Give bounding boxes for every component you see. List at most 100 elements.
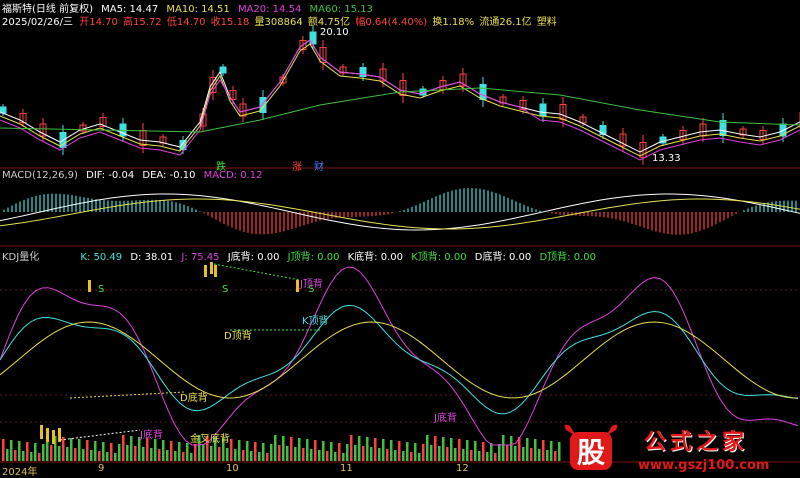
- candle-body: [479, 84, 487, 100]
- volume-bar: [154, 439, 157, 461]
- kdj-sell-signal: S: [98, 284, 105, 295]
- volume-bar: [194, 444, 197, 461]
- volume-bar: [166, 450, 169, 461]
- volume-bar: [470, 450, 473, 461]
- volume-bar: [258, 452, 261, 461]
- x-axis-label: 10: [226, 463, 239, 474]
- overbought-bar: [210, 262, 213, 274]
- volume-bar: [90, 450, 93, 461]
- volume-bar: [474, 441, 477, 461]
- volume-bar: [150, 448, 153, 461]
- volume-bar: [230, 439, 233, 461]
- watermark: 股 公式之家 www.gszj100.com: [560, 420, 800, 478]
- macd-title[interactable]: MACD(12,26,9): [2, 170, 78, 181]
- volume-bar: [510, 436, 513, 461]
- volume-bar: [94, 441, 97, 461]
- ma20-line: [0, 39, 800, 161]
- volume-bar: [430, 445, 433, 461]
- volume-bar: [342, 453, 345, 461]
- d-value: D: 38.01: [130, 252, 174, 263]
- volume-bar: [98, 451, 101, 461]
- close-value: 收15.18: [210, 17, 250, 28]
- k-line: [0, 304, 799, 415]
- volume-bar: [38, 453, 41, 461]
- volume-bar: [294, 447, 297, 461]
- d-bottom-div: D底背: 0.00: [474, 252, 532, 263]
- volume-bar: [498, 444, 501, 461]
- x-axis-label: 9: [98, 463, 105, 474]
- candle-body: [539, 103, 547, 117]
- volume-bar: [322, 441, 325, 461]
- k-top-div: K顶背: 0.00: [411, 252, 467, 263]
- volume-bar: [170, 441, 173, 461]
- volume-bar: [374, 438, 377, 461]
- volume-bar: [10, 440, 13, 461]
- volume-bar: [450, 438, 453, 461]
- overbought-bar: [296, 280, 299, 292]
- dea-value: DEA: -0.10: [142, 170, 196, 181]
- volume-bar: [130, 436, 133, 461]
- oversold-bar: [52, 430, 55, 444]
- sector-value[interactable]: 塑料: [537, 17, 557, 28]
- volume-bar: [6, 449, 9, 461]
- j-bottom-divergence-label: J底背: [434, 413, 457, 424]
- candlesticks: [0, 26, 800, 165]
- volume-bar: [62, 437, 65, 461]
- kdj-title[interactable]: KDJ量化: [2, 252, 39, 263]
- change-value: 幅0.64(4.40%): [355, 17, 428, 28]
- volume-value: 量308864: [254, 17, 303, 28]
- volume-bar: [178, 442, 181, 461]
- volume-bar: [290, 437, 293, 461]
- volume-bar: [326, 451, 329, 461]
- oversold-bar: [46, 428, 49, 442]
- d-top-divergence-label: D顶背: [224, 331, 252, 342]
- volume-bar: [106, 452, 109, 461]
- j-bottom-div: J底背: 0.00: [227, 252, 280, 263]
- chart-canvas[interactable]: [0, 0, 800, 478]
- volume-bar: [122, 435, 125, 461]
- volume-bar: [242, 450, 245, 461]
- volume-bar: [366, 437, 369, 461]
- oversold-bar: [40, 425, 43, 439]
- volume-bar: [306, 439, 309, 461]
- volume-bar: [370, 447, 373, 461]
- volume-bar: [554, 451, 557, 461]
- divergence-line: [59, 429, 141, 441]
- k-top-divergence-label: K顶背: [302, 316, 329, 327]
- x-axis-label: 12: [456, 463, 469, 474]
- volume-bar: [250, 451, 253, 461]
- overbought-bar: [204, 265, 207, 277]
- volume-bar: [246, 441, 249, 461]
- golden-cross-label: 金叉底背: [190, 434, 230, 445]
- macd-header: MACD(12,26,9) DIF: -0.04 DEA: -0.10 MACD…: [2, 170, 267, 181]
- d-line: [0, 321, 799, 399]
- volume-bar: [82, 449, 85, 461]
- volume-bar: [506, 445, 509, 461]
- volume-bar: [446, 447, 449, 461]
- volume-bar: [542, 440, 545, 461]
- volume-bar: [390, 440, 393, 461]
- kdj-sell-signal: S: [222, 284, 229, 295]
- candle-body: [219, 66, 227, 74]
- volume-bar: [174, 451, 177, 461]
- watermark-title: 公式之家: [644, 429, 749, 455]
- volume-bar: [278, 445, 281, 461]
- volume-bar: [502, 435, 505, 461]
- open-value: 开14.70: [79, 17, 118, 28]
- volume-bar: [66, 447, 69, 461]
- volume-bar: [458, 439, 461, 461]
- dif-value: DIF: -0.04: [86, 170, 135, 181]
- volume-bar: [30, 452, 33, 461]
- j-bottom-divergence-label: J底背: [140, 430, 163, 441]
- volume-bar: [406, 442, 409, 461]
- volume-bar: [402, 451, 405, 461]
- volume-bar: [530, 448, 533, 461]
- event-marker-rise[interactable]: 涨: [292, 158, 302, 173]
- volume-bar: [454, 448, 457, 461]
- volume-bar: [274, 435, 277, 461]
- volume-bar: [550, 441, 553, 461]
- event-marker-finance[interactable]: 财: [314, 158, 324, 173]
- volume-bar: [350, 435, 353, 461]
- k-value: K: 50.49: [80, 252, 123, 263]
- high-price-marker: 20.10: [320, 27, 349, 38]
